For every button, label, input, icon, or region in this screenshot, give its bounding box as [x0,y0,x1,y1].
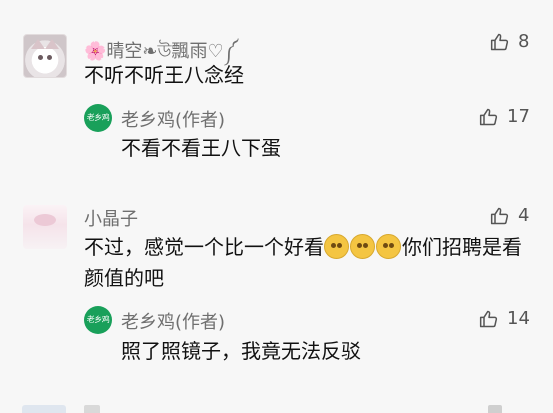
like-button[interactable]: 17 [479,106,530,127]
author-avatar[interactable]: 老乡鸡 [84,306,112,334]
reply-text: 不看不看王八下蛋 [121,136,281,160]
cat-eye-shape [47,55,52,60]
like-count: 4 [518,205,530,226]
like-button[interactable]: 8 [490,31,529,52]
like-count: 17 [507,106,530,127]
next-avatar-partial [22,405,66,413]
avatar-image-shape [34,214,56,226]
reply-text: 照了照镜子，我竟无法反驳 [121,339,361,363]
next-name-partial [84,405,100,413]
smirk-emoji-icon [376,234,401,259]
avatar[interactable] [23,205,67,249]
author-name[interactable]: 老乡鸡(作者) [121,308,225,334]
comment-text: 不听不听王八念经 [84,63,244,87]
like-count: 14 [507,308,530,329]
cat-ear-shape [31,39,45,49]
next-like-partial [488,405,502,413]
comment-text-part: 不过，感觉一个比一个好看 [84,235,324,259]
smirk-emoji-icon [324,234,349,259]
like-button[interactable]: 4 [490,205,529,226]
like-button[interactable]: 14 [479,308,530,329]
author-name[interactable]: 老乡鸡(作者) [121,106,225,132]
commenter-name[interactable]: 小晶子 [84,205,138,231]
thumbs-up-icon [479,108,498,125]
smirk-emoji-icon [350,234,375,259]
thumbs-up-icon [490,33,509,50]
cat-eye-shape [38,55,43,60]
like-count: 8 [518,31,530,52]
thumbs-up-icon [490,207,509,224]
avatar[interactable] [23,34,67,78]
comment-text: 不过，感觉一个比一个好看 你们招聘是看颜值的吧 [84,232,524,294]
thumbs-up-icon [479,310,498,327]
cat-ear-shape [45,39,59,49]
author-avatar[interactable]: 老乡鸡 [84,104,112,132]
